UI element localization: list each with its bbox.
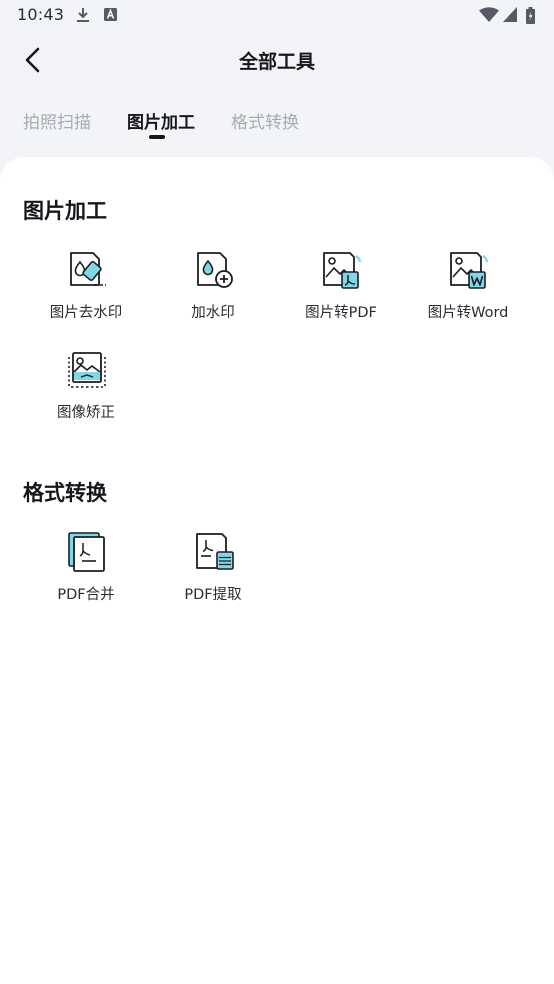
tool-add-watermark[interactable]: 加水印: [149, 250, 277, 342]
tool-image-to-pdf[interactable]: 图片转PDF: [277, 250, 405, 342]
watermark-eraser-icon: [70, 252, 106, 286]
header: 全部工具: [0, 36, 554, 82]
download-icon: [77, 8, 89, 22]
status-bar: 10:43: [0, 0, 554, 30]
all-tools-page: 10:43 全部工具 拍照扫描 图片加工 格式转换 图片加工 图片去水印 加水印…: [0, 0, 554, 984]
tool-label: 加水印: [191, 305, 235, 321]
tool-label: PDF合并: [57, 587, 115, 603]
text-a-icon: [104, 8, 117, 21]
tool-label: 图片转PDF: [305, 305, 377, 321]
image-to-pdf-icon: [323, 252, 362, 289]
tab-photo-scan[interactable]: 拍照扫描: [23, 108, 91, 133]
status-time: 10:43: [17, 5, 65, 24]
tool-label: 图片去水印: [49, 305, 123, 321]
section-title-image-processing: 图片加工: [23, 199, 107, 223]
pdf-merge-icon: [68, 532, 105, 572]
signal-icon: [503, 7, 517, 22]
tool-pdf-merge[interactable]: PDF合并: [22, 532, 150, 624]
battery-icon: [526, 7, 535, 24]
tool-label: PDF提取: [184, 587, 242, 603]
tools-panel: 图片加工 图片去水印 加水印 图片转PDF 图片转Word 图像矫正 格式转换 …: [0, 157, 554, 984]
section-title-format-conversion: 格式转换: [23, 481, 107, 505]
tool-pdf-extract[interactable]: PDF提取: [149, 532, 277, 624]
tab-indicator: [149, 135, 165, 139]
tool-label: 图像矫正: [57, 405, 115, 421]
image-correction-icon: [68, 352, 106, 388]
tool-image-correction[interactable]: 图像矫正: [22, 350, 150, 442]
image-to-word-icon: [450, 252, 489, 289]
tool-image-to-word[interactable]: 图片转Word: [404, 250, 532, 342]
tab-bar: 拍照扫描 图片加工 格式转换: [0, 100, 554, 144]
tab-image-processing[interactable]: 图片加工: [127, 108, 195, 133]
page-title: 全部工具: [238, 51, 315, 73]
pdf-extract-icon: [196, 533, 234, 570]
tab-format-conversion[interactable]: 格式转换: [231, 108, 299, 133]
tool-label: 图片转Word: [427, 305, 509, 321]
wifi-icon: [479, 7, 499, 22]
tool-remove-watermark[interactable]: 图片去水印: [22, 250, 150, 342]
add-watermark-icon: [197, 252, 233, 288]
